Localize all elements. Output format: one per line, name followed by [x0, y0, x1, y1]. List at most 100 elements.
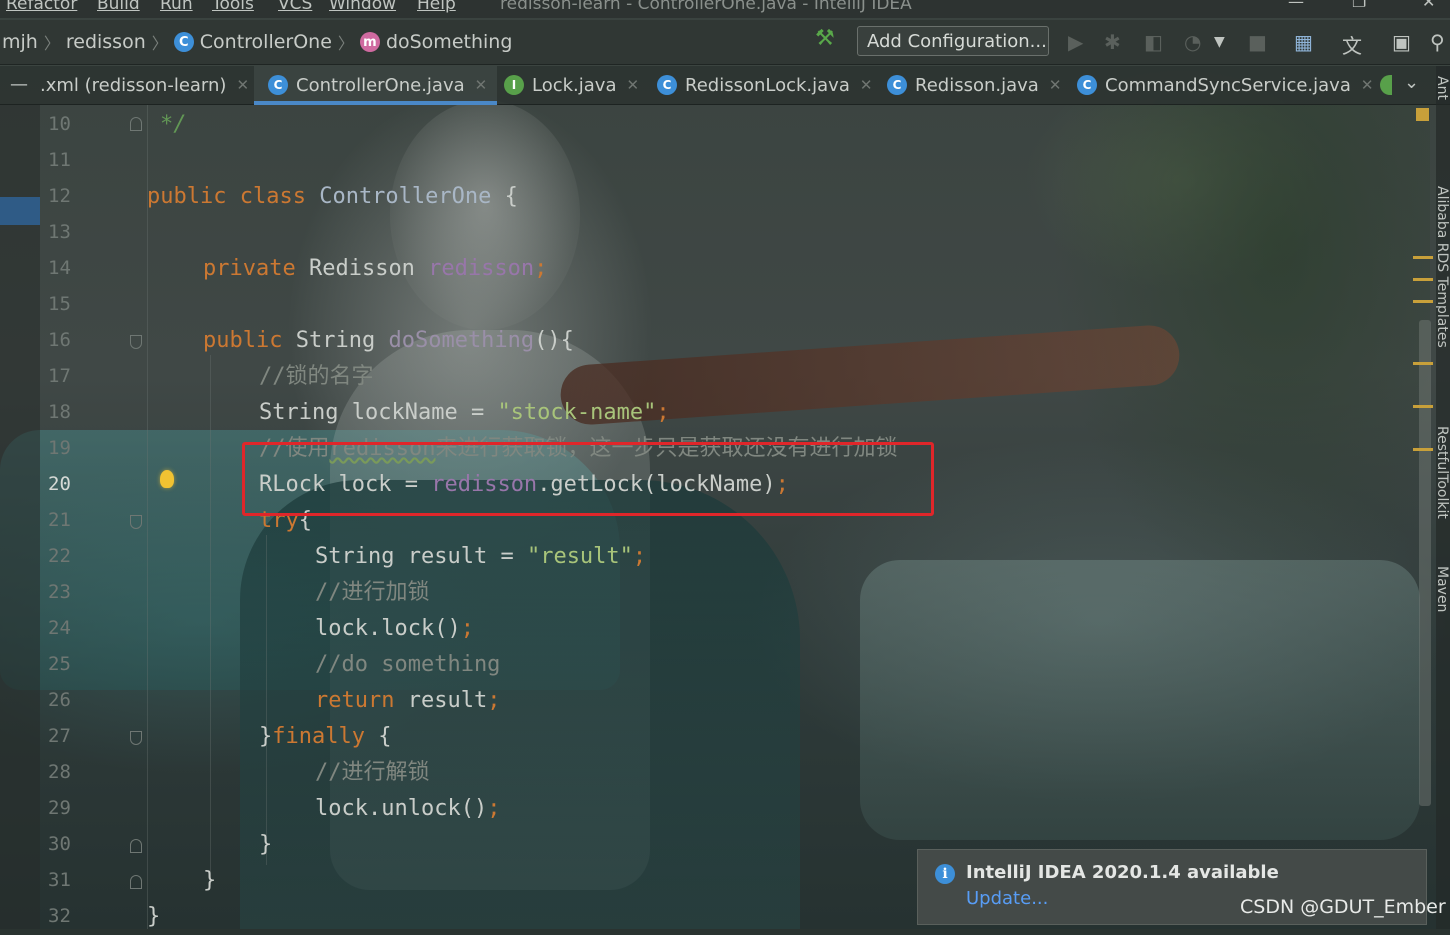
error-stripe-mark[interactable]	[1413, 405, 1433, 408]
line-number: 21	[48, 509, 71, 531]
code-line-22: String result = "result";	[315, 544, 647, 569]
breadcrumb-package[interactable]: redisson	[66, 31, 146, 53]
menu-refactor[interactable]: Refactor	[6, 0, 77, 14]
menu-help[interactable]: Help	[417, 0, 456, 14]
breadcrumb-project[interactable]: mjh	[2, 31, 38, 53]
close-tab-icon[interactable]: ✕	[475, 76, 488, 94]
menu-build[interactable]: Build	[97, 0, 140, 14]
code-editor[interactable]: */ public class ControllerOne { private …	[140, 105, 1410, 929]
error-stripe-mark[interactable]	[1413, 362, 1433, 365]
line-number: 11	[48, 149, 71, 171]
tab-label: RedissonLock.java	[685, 74, 850, 96]
translate-icon[interactable]: 文	[1342, 30, 1362, 59]
profile-icon[interactable]: ◔	[1184, 30, 1201, 54]
class-icon: C	[173, 32, 194, 52]
breadcrumb-method[interactable]: doSomething	[386, 31, 512, 53]
line-number: 27	[48, 725, 71, 747]
close-tab-icon[interactable]: ✕	[1361, 76, 1374, 94]
red-highlight-box	[242, 442, 934, 516]
tab-lock[interactable]: I Lock.java ✕	[504, 66, 639, 104]
code-line-10: */	[160, 112, 187, 137]
code-line-32: }	[147, 904, 161, 929]
stop-icon[interactable]: ■	[1248, 30, 1267, 54]
line-number: 10	[48, 113, 71, 135]
error-stripe-mark[interactable]	[1413, 448, 1433, 451]
class-icon: C	[887, 75, 907, 95]
tab-label: Redisson.java	[915, 74, 1039, 96]
close-tab-icon[interactable]: ✕	[626, 76, 639, 94]
breadcrumb-class[interactable]: ControllerOne	[200, 31, 332, 53]
run-icon[interactable]: ▶	[1068, 30, 1083, 54]
debug-icon[interactable]: ✱	[1104, 30, 1121, 54]
code-line-27: }finally {	[259, 724, 392, 749]
minimize-icon[interactable]: —	[1288, 0, 1304, 11]
tab-commandsyncservice[interactable]: C CommandSyncService.java ✕	[1077, 66, 1373, 104]
code-line-26: return result;	[315, 688, 501, 713]
chevron-down-icon[interactable]: ⌄	[1404, 72, 1419, 93]
panel-ant[interactable]: Ant	[1436, 76, 1450, 136]
line-number: 16	[48, 329, 71, 351]
warning-indicator-icon[interactable]	[1416, 108, 1429, 121]
line-number: 30	[48, 833, 71, 855]
project-panel-marker[interactable]	[0, 197, 40, 225]
window-title: redisson-learn - ControllerOne.java - In…	[500, 0, 912, 14]
chevron-right-icon: 〉	[151, 34, 168, 53]
code-line-29: lock.unlock();	[315, 796, 501, 821]
line-number: 19	[48, 437, 71, 459]
class-icon: C	[657, 75, 677, 95]
indent-guide	[266, 535, 267, 865]
line-number: 25	[48, 653, 71, 675]
class-icon: C	[268, 75, 288, 95]
presentation-icon[interactable]: ▣	[1392, 30, 1411, 54]
close-tab-icon[interactable]: ✕	[860, 76, 873, 94]
add-configuration-button[interactable]: Add Configuration...	[857, 26, 1049, 56]
line-number: 23	[48, 581, 71, 603]
tab-redisson[interactable]: C Redisson.java ✕	[887, 66, 1061, 104]
restore-icon[interactable]: ❐	[1352, 0, 1366, 11]
hide-panel-icon[interactable]: —	[10, 74, 28, 95]
line-number: 32	[48, 905, 71, 927]
chevron-right-icon: 〉	[337, 34, 354, 53]
panel-restful-toolkit[interactable]: RestfulToolkit	[1436, 426, 1450, 576]
close-tab-icon[interactable]: ✕	[236, 76, 249, 94]
code-line-30: }	[259, 832, 273, 857]
tab-controllerone[interactable]: C ControllerOne.java ✕	[254, 66, 498, 105]
chevron-down-icon[interactable]: ▼	[1214, 34, 1225, 50]
search-icon[interactable]: ⚲	[1430, 30, 1445, 54]
update-link[interactable]: Update...	[966, 888, 1048, 909]
panel-alibaba-rds-templates[interactable]: Alibaba RDS Templates	[1436, 186, 1450, 436]
code-line-24: lock.lock();	[315, 616, 474, 641]
build-hammer-icon[interactable]: ⚒	[815, 26, 835, 51]
tab-label: ControllerOne.java	[296, 74, 465, 96]
close-window-icon[interactable]: ✕	[1422, 0, 1435, 11]
code-line-12: public class ControllerOne {	[147, 184, 518, 209]
error-stripe-mark[interactable]	[1413, 256, 1433, 259]
menu-tools[interactable]: Tools	[212, 0, 254, 14]
menu-run[interactable]: Run	[160, 0, 193, 14]
line-number: 12	[48, 185, 71, 207]
menu-window[interactable]: Window	[329, 0, 396, 14]
indent-guide	[210, 355, 211, 885]
menu-vcs[interactable]: VCS	[278, 0, 312, 14]
editor-scrollbar[interactable]	[1419, 320, 1431, 806]
error-stripe-mark[interactable]	[1413, 278, 1433, 281]
close-tab-icon[interactable]: ✕	[1049, 76, 1062, 94]
coverage-icon[interactable]: ◧	[1144, 30, 1163, 54]
panel-maven[interactable]: Maven	[1436, 566, 1450, 646]
tab-redissonlock[interactable]: C RedissonLock.java ✕	[657, 66, 872, 104]
project-structure-icon[interactable]: ▦	[1294, 30, 1313, 54]
watermark: CSDN @GDUT_Ember	[1240, 896, 1446, 918]
tab-pom-xml[interactable]: .xml (redisson-learn) ✕	[40, 66, 249, 104]
method-icon: m	[359, 32, 380, 52]
line-number-gutter: 10 11 12 13 14 15 16 17 18 19 20 21 22 2…	[40, 105, 174, 929]
notification-title: IntelliJ IDEA 2020.1.4 available	[966, 862, 1279, 883]
code-line-28: //进行解锁	[315, 760, 430, 785]
line-number: 22	[48, 545, 71, 567]
editor-tab-bar: — .xml (redisson-learn) ✕ C ControllerOne…	[0, 66, 1450, 105]
code-line-25: //do something	[315, 652, 501, 677]
breadcrumb: mjh 〉 redisson 〉 C ControllerOne 〉 m doS…	[2, 30, 512, 54]
code-line-18: String lockName = "stock-name";	[259, 400, 670, 425]
code-line-14: private Redisson redisson;	[203, 256, 548, 281]
error-stripe-mark[interactable]	[1413, 300, 1433, 303]
line-number: 18	[48, 401, 71, 423]
